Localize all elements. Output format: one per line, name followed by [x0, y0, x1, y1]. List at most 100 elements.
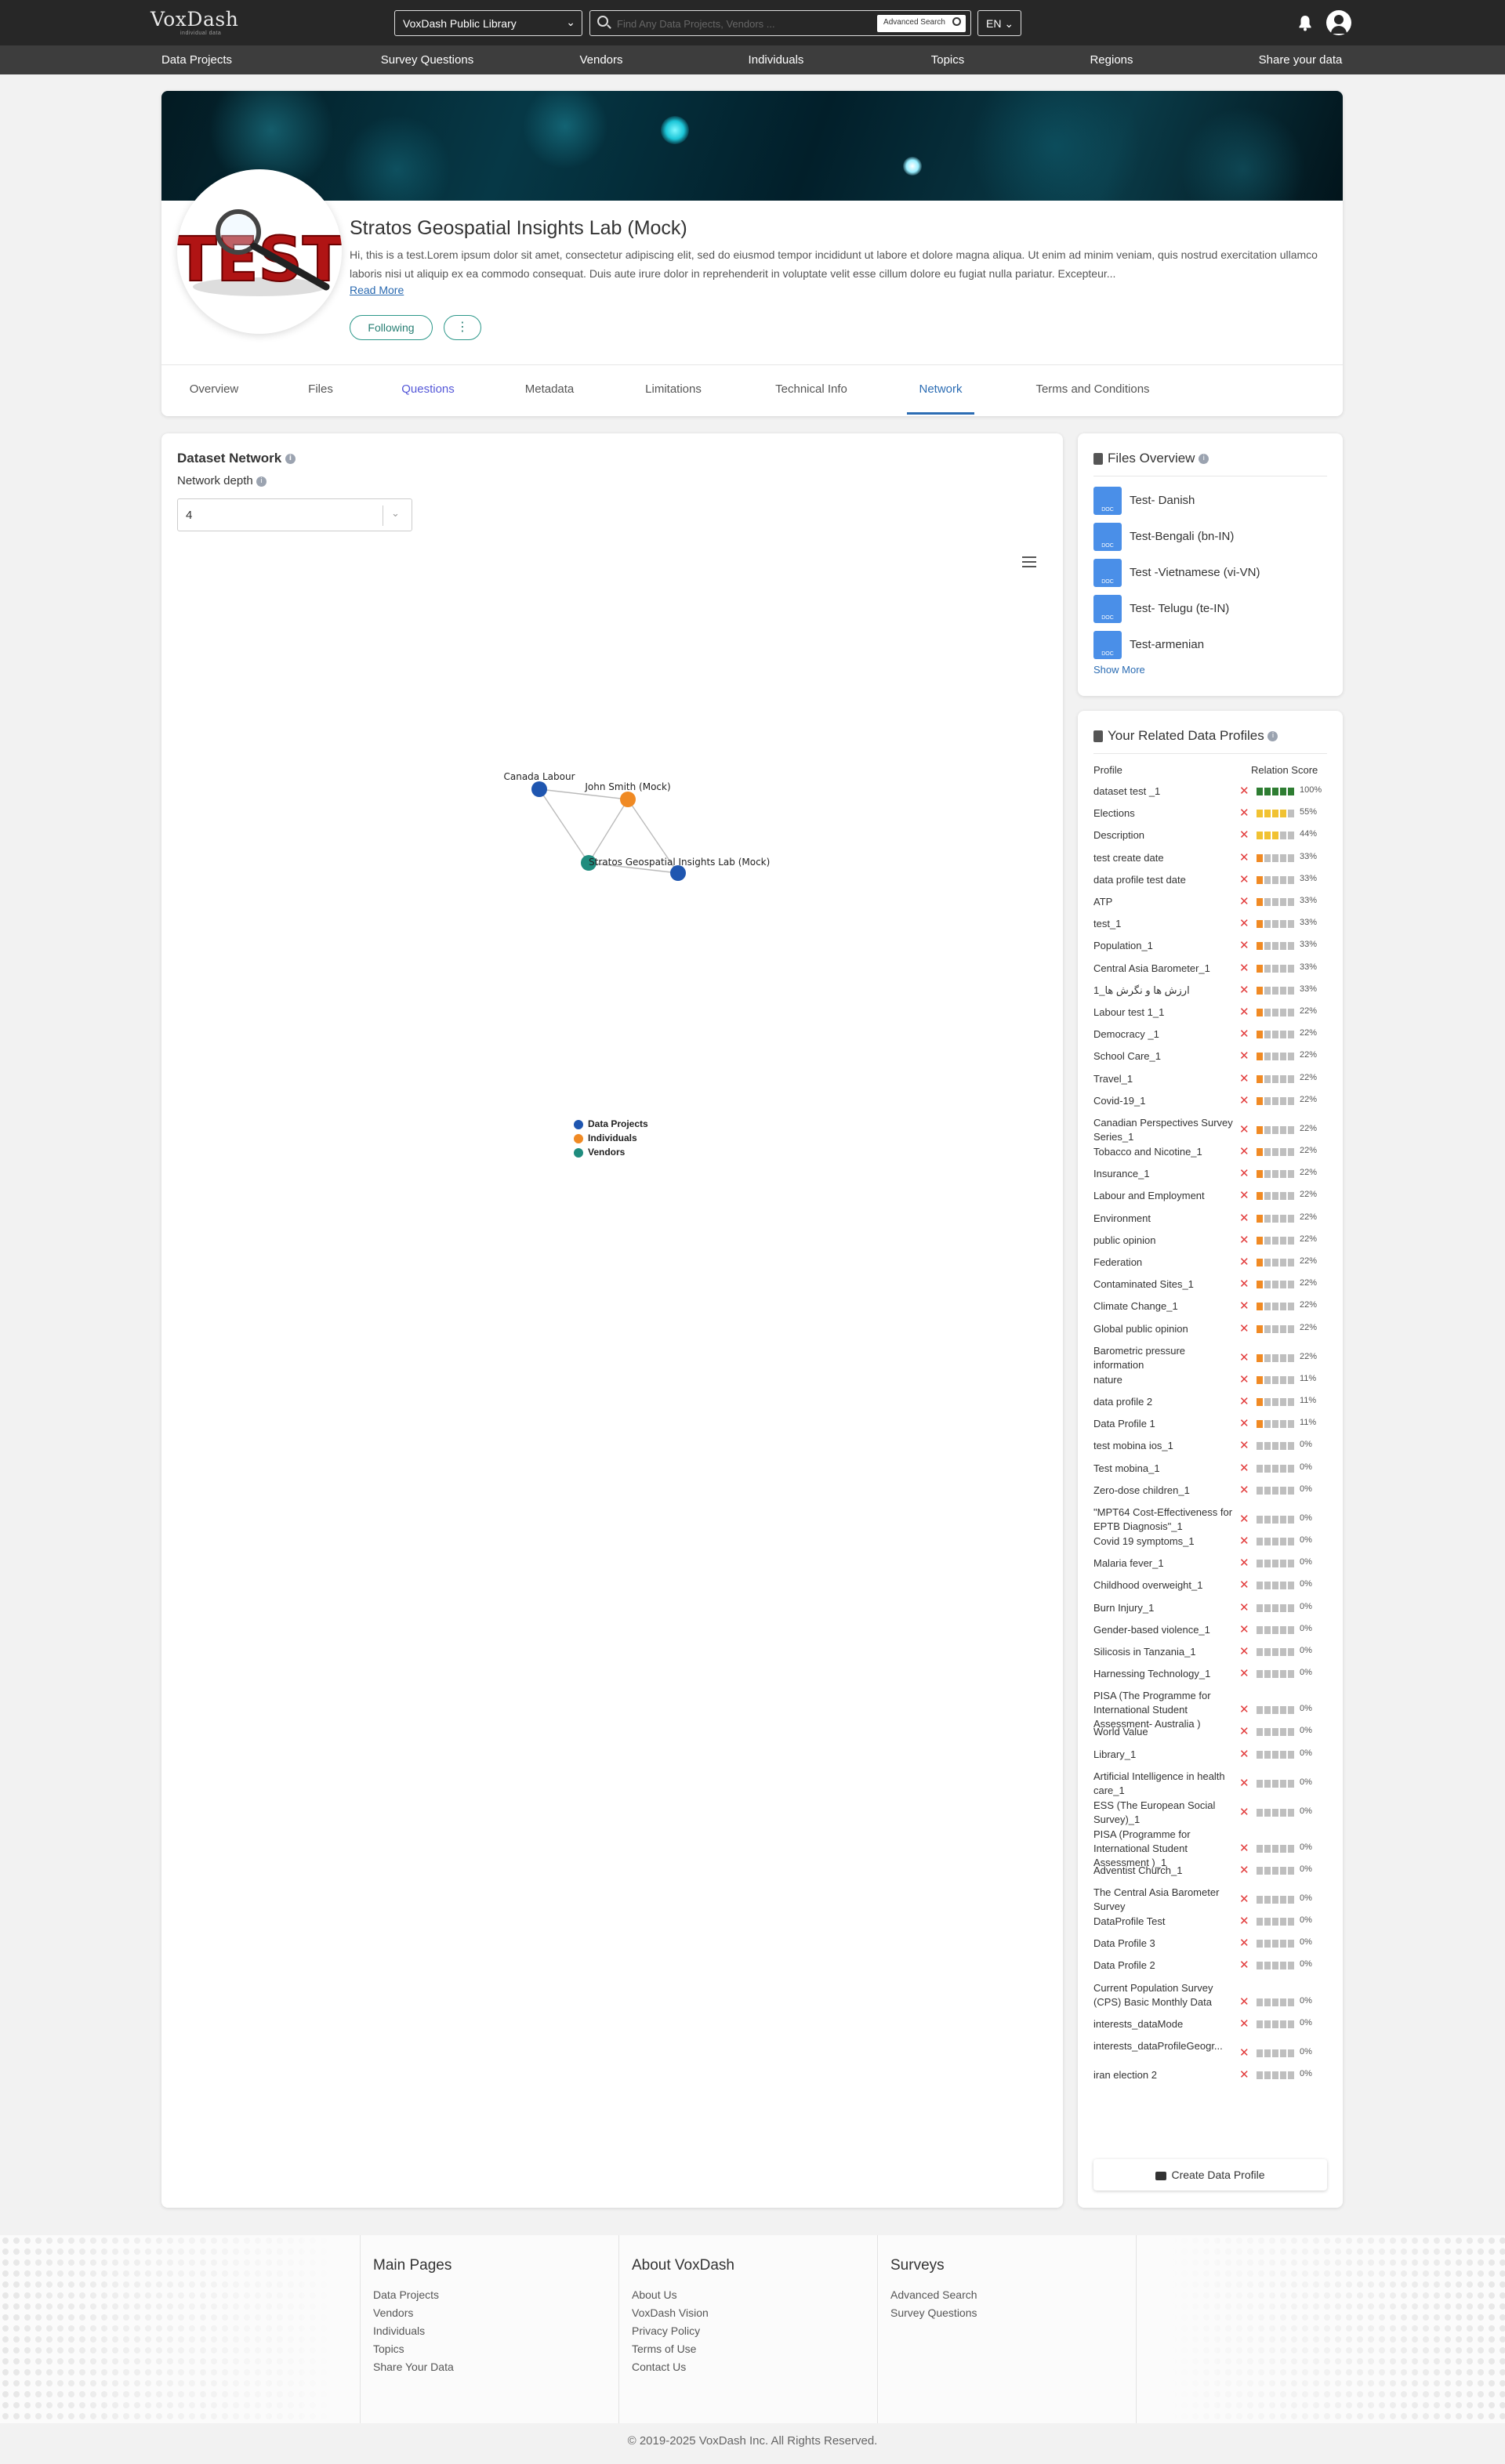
remove-x-icon[interactable]: ✕: [1239, 1958, 1249, 1972]
related-profile-name[interactable]: Description: [1093, 828, 1235, 842]
related-profile-name[interactable]: public opinion: [1093, 1234, 1235, 1248]
footer-link[interactable]: Advanced Search: [890, 2288, 1123, 2306]
remove-x-icon[interactable]: ✕: [1239, 1644, 1249, 1658]
remove-x-icon[interactable]: ✕: [1239, 1005, 1249, 1019]
remove-x-icon[interactable]: ✕: [1239, 916, 1249, 930]
language-select[interactable]: EN ⌄: [977, 10, 1021, 36]
show-more-link[interactable]: Show More: [1093, 664, 1145, 676]
nav-individuals[interactable]: Individuals: [749, 53, 804, 67]
related-profile-name[interactable]: dataset test _1: [1093, 784, 1235, 799]
related-profile-row[interactable]: Description ✕ 44%: [1093, 828, 1329, 850]
related-profile-name[interactable]: Labour and Employment: [1093, 1189, 1235, 1203]
remove-x-icon[interactable]: ✕: [1239, 784, 1249, 798]
related-profile-row[interactable]: DataProfile Test ✕ 0%: [1093, 1915, 1329, 1937]
search-input[interactable]: Find Any Data Projects, Vendors ...: [617, 18, 775, 30]
related-profile-name[interactable]: ESS (The European Social Survey)_1: [1093, 1799, 1235, 1827]
graph-node-project[interactable]: [670, 865, 686, 881]
related-profile-row[interactable]: Silicosis in Tanzania_1 ✕ 0%: [1093, 1645, 1329, 1667]
nav-regions[interactable]: Regions: [1090, 53, 1133, 67]
remove-x-icon[interactable]: ✕: [1239, 1995, 1249, 2009]
related-profile-row[interactable]: nature ✕ 11%: [1093, 1373, 1329, 1395]
related-profile-row[interactable]: Test mobina_1 ✕ 0%: [1093, 1462, 1329, 1484]
related-profile-row[interactable]: Covid 19 symptoms_1 ✕ 0%: [1093, 1535, 1329, 1556]
remove-x-icon[interactable]: ✕: [1239, 1093, 1249, 1107]
nav-share-your-data[interactable]: Share your data: [1259, 53, 1343, 67]
footer-link[interactable]: Topics: [373, 2343, 606, 2361]
remove-x-icon[interactable]: ✕: [1239, 1936, 1249, 1950]
remove-x-icon[interactable]: ✕: [1239, 983, 1249, 997]
related-profile-name[interactable]: Democracy _1: [1093, 1027, 1235, 1042]
info-icon[interactable]: i: [1199, 454, 1209, 465]
related-profile-row[interactable]: World Value ✕ 0%: [1093, 1725, 1329, 1747]
related-profile-row[interactable]: data profile 2 ✕ 11%: [1093, 1395, 1329, 1417]
related-profile-name[interactable]: Elections: [1093, 806, 1235, 821]
related-profile-name[interactable]: Global public opinion: [1093, 1322, 1235, 1336]
tab-terms-and-conditions[interactable]: Terms and Conditions: [1035, 382, 1149, 396]
footer-link[interactable]: Privacy Policy: [632, 2324, 865, 2343]
remove-x-icon[interactable]: ✕: [1239, 1438, 1249, 1452]
related-profile-row[interactable]: Data Profile 3 ✕ 0%: [1093, 1937, 1329, 1959]
remove-x-icon[interactable]: ✕: [1239, 1841, 1249, 1855]
related-profile-row[interactable]: iran election 2 ✕ 0%: [1093, 2068, 1329, 2090]
info-icon[interactable]: i: [285, 454, 296, 465]
tab-network[interactable]: Network: [919, 382, 962, 396]
remove-x-icon[interactable]: ✕: [1239, 1416, 1249, 1430]
network-depth-select[interactable]: 4 ⌄: [177, 498, 412, 531]
remove-x-icon[interactable]: ✕: [1239, 1578, 1249, 1592]
related-profile-name[interactable]: Barometric pressure information: [1093, 1344, 1235, 1372]
related-profile-row[interactable]: Travel_1 ✕ 22%: [1093, 1072, 1329, 1094]
remove-x-icon[interactable]: ✕: [1239, 1350, 1249, 1364]
related-profile-row[interactable]: Population_1 ✕ 33%: [1093, 939, 1329, 961]
remove-x-icon[interactable]: ✕: [1239, 938, 1249, 952]
remove-x-icon[interactable]: ✕: [1239, 1600, 1249, 1614]
related-profile-row[interactable]: Library_1 ✕ 0%: [1093, 1748, 1329, 1770]
library-select[interactable]: VoxDash Public Library ⌄: [394, 10, 582, 36]
footer-link[interactable]: Vendors: [373, 2306, 606, 2324]
search-bar[interactable]: Find Any Data Projects, Vendors ... Adva…: [589, 10, 971, 36]
related-profile-name[interactable]: test create date: [1093, 851, 1235, 865]
related-profile-name[interactable]: Artificial Intelligence in health care_1: [1093, 1770, 1235, 1798]
related-profile-row[interactable]: Environment ✕ 22%: [1093, 1212, 1329, 1234]
related-profile-row[interactable]: public opinion ✕ 22%: [1093, 1234, 1329, 1256]
related-profile-name[interactable]: Labour test 1_1: [1093, 1006, 1235, 1020]
nav-survey-questions[interactable]: Survey Questions: [381, 53, 473, 67]
related-profile-row[interactable]: ارزش ها و نگرش ها_1 ✕ 33%: [1093, 984, 1329, 1006]
nav-topics[interactable]: Topics: [931, 53, 965, 67]
related-profile-name[interactable]: Current Population Survey (CPS) Basic Mo…: [1093, 1981, 1235, 2009]
read-more-link[interactable]: Read More: [350, 284, 404, 296]
remove-x-icon[interactable]: ✕: [1239, 1321, 1249, 1335]
remove-x-icon[interactable]: ✕: [1239, 1071, 1249, 1085]
related-profile-row[interactable]: Malaria fever_1 ✕ 0%: [1093, 1556, 1329, 1578]
remove-x-icon[interactable]: ✕: [1239, 1724, 1249, 1738]
tab-technical-info[interactable]: Technical Info: [775, 382, 847, 396]
related-profile-row[interactable]: Tobacco and Nicotine_1 ✕ 22%: [1093, 1145, 1329, 1167]
remove-x-icon[interactable]: ✕: [1239, 2045, 1249, 2060]
remove-x-icon[interactable]: ✕: [1239, 1534, 1249, 1548]
related-profile-name[interactable]: Data Profile 3: [1093, 1937, 1235, 1951]
tab-overview[interactable]: Overview: [190, 382, 239, 396]
remove-x-icon[interactable]: ✕: [1239, 1805, 1249, 1819]
related-profile-row[interactable]: Democracy _1 ✕ 22%: [1093, 1027, 1329, 1049]
remove-x-icon[interactable]: ✕: [1239, 1892, 1249, 1906]
related-profile-name[interactable]: Test mobina_1: [1093, 1462, 1235, 1476]
remove-x-icon[interactable]: ✕: [1239, 2016, 1249, 2031]
related-profile-row[interactable]: The Central Asia Barometer Survey ✕ 0%: [1093, 1886, 1329, 1915]
related-profile-name[interactable]: Covid-19_1: [1093, 1094, 1235, 1108]
related-profile-name[interactable]: Adventist Church_1: [1093, 1864, 1235, 1878]
remove-x-icon[interactable]: ✕: [1239, 872, 1249, 886]
remove-x-icon[interactable]: ✕: [1239, 1747, 1249, 1761]
related-profile-row[interactable]: interests_dataMode ✕ 0%: [1093, 2017, 1329, 2039]
footer-link[interactable]: VoxDash Vision: [632, 2306, 865, 2324]
related-profile-name[interactable]: Canadian Perspectives Survey Series_1: [1093, 1116, 1235, 1144]
related-profile-name[interactable]: Federation: [1093, 1256, 1235, 1270]
tab-limitations[interactable]: Limitations: [645, 382, 702, 396]
related-profile-name[interactable]: Silicosis in Tanzania_1: [1093, 1645, 1235, 1659]
bell-icon[interactable]: [1298, 14, 1312, 31]
related-profile-row[interactable]: Central Asia Barometer_1 ✕ 33%: [1093, 962, 1329, 984]
remove-x-icon[interactable]: ✕: [1239, 1863, 1249, 1877]
remove-x-icon[interactable]: ✕: [1239, 850, 1249, 864]
remove-x-icon[interactable]: ✕: [1239, 1461, 1249, 1475]
remove-x-icon[interactable]: ✕: [1239, 1144, 1249, 1158]
related-profile-name[interactable]: iran election 2: [1093, 2068, 1235, 2082]
info-icon[interactable]: i: [256, 476, 267, 487]
